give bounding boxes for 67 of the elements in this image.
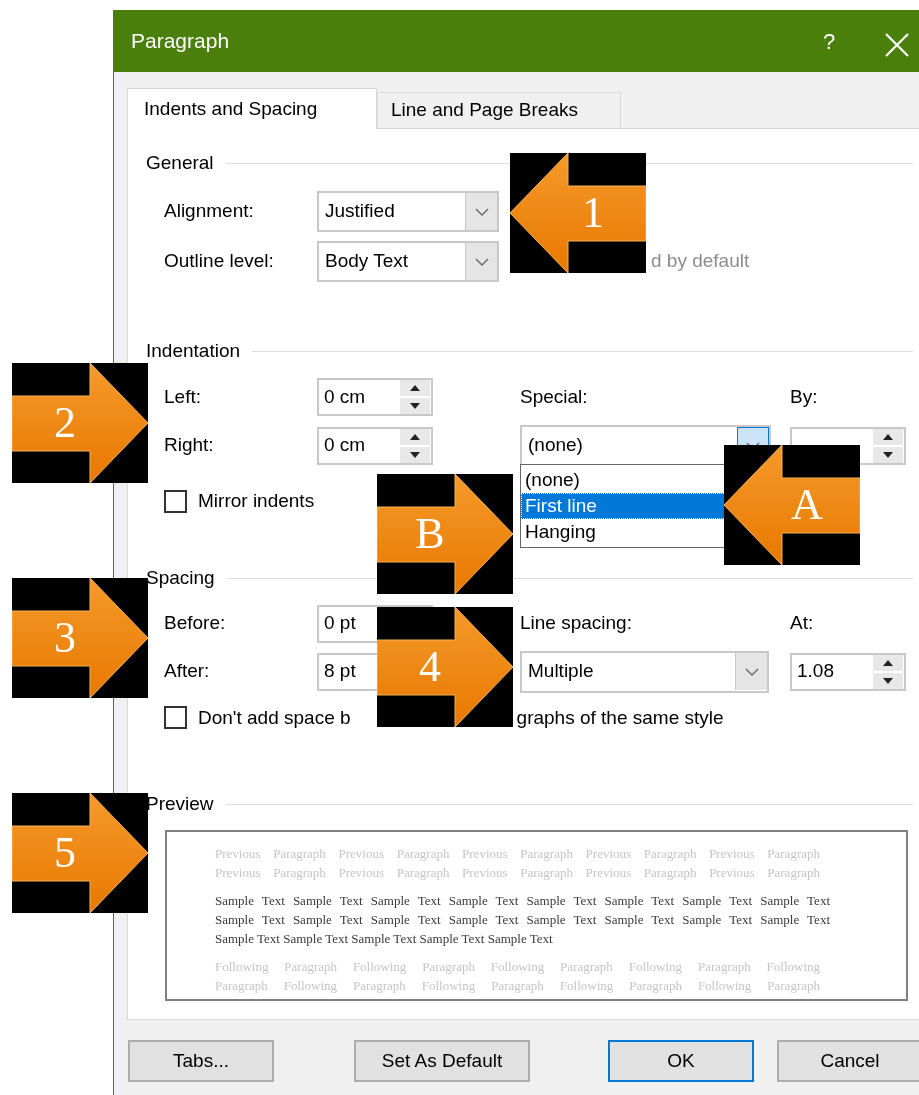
field-label: Alignment:: [164, 199, 255, 224]
dropdown[interactable]: Multiple: [520, 650, 769, 693]
preview-text-line: Sample Text Sample Text Sample Text Sample Text Sample Text: [215, 930, 554, 948]
field-label: Line spacing:: [520, 611, 633, 636]
spin-up-button[interactable]: [400, 428, 430, 445]
checkbox-label: Mirror indents: [198, 489, 315, 513]
spin-up-button[interactable]: [873, 654, 903, 671]
triangle-up-icon: [883, 433, 893, 440]
field-label: After:: [164, 659, 211, 684]
field-label: Outline level:: [164, 249, 275, 274]
chevron-down-icon: [474, 257, 489, 266]
help-button[interactable]: ?: [800, 24, 858, 58]
triangle-down-icon: [883, 677, 893, 684]
spin-down-button[interactable]: [873, 672, 903, 689]
dropdown[interactable]: Justified: [317, 191, 499, 232]
triangle-up-icon: [410, 385, 420, 391]
preview-text-line: Sample Text Sample Text Sample Text Sample Text Sample Text Sample Text Sample Text Sample Text: [215, 892, 830, 910]
window-title: Paragraph: [131, 28, 231, 55]
triangle-down-icon: [410, 403, 420, 409]
triangle-up-icon: [410, 433, 420, 440]
spin-down-button[interactable]: [400, 446, 430, 463]
spin-up-button[interactable]: [400, 380, 430, 396]
triangle-up-icon: [883, 659, 893, 666]
spin-up-button[interactable]: [873, 428, 903, 445]
option-label: d by default: [651, 249, 750, 274]
spin-down-button[interactable]: [400, 398, 430, 414]
chevron-down-icon: [474, 207, 489, 216]
preview-text-line: Following Paragraph Following Paragraph Following Paragraph Following Paragraph Following: [215, 958, 820, 976]
triangle-down-icon: [410, 451, 420, 458]
callout-label: 1: [582, 191, 604, 235]
spin-field[interactable]: 1.08: [790, 652, 906, 691]
field-label: Left:: [164, 384, 202, 409]
section-heading: Indentation: [146, 338, 241, 363]
chevron-down-icon: [744, 667, 759, 676]
callout-label: 5: [54, 831, 76, 875]
spin-down-button[interactable]: [873, 446, 903, 463]
field-label: By:: [790, 384, 819, 409]
field-label: Special:: [520, 384, 589, 409]
dialog-button[interactable]: Tabs...: [128, 1040, 274, 1082]
checkbox-label: graphs of the same style: [516, 705, 724, 730]
field-label: At:: [790, 611, 815, 636]
field-label: Right:: [164, 433, 215, 458]
preview-text-line: Previous Paragraph Previous Paragraph Previous Paragraph Previous Paragraph Previous Paragraph: [215, 864, 820, 882]
preview-text-line: Sample Text Sample Text Sample Text Sample Text Sample Text Sample Text Sample Text Sample Text: [215, 911, 830, 929]
callout-label: 2: [54, 401, 76, 445]
spin-field[interactable]: 0 cm: [317, 378, 433, 416]
spin-field[interactable]: 0 cm: [317, 426, 433, 465]
preview-text-line: Paragraph Following Paragraph Following Paragraph Following Paragraph Following Paragraph: [215, 977, 820, 995]
preview-text-line: Previous Paragraph Previous Paragraph Previous Paragraph Previous Paragraph Previous Paragraph: [215, 845, 820, 863]
callout-label: A: [791, 483, 823, 527]
dropdown[interactable]: Body Text: [317, 241, 499, 282]
section-heading: General: [146, 150, 214, 175]
callout-label: 3: [54, 616, 76, 660]
section-heading: Spacing: [146, 566, 215, 591]
close-icon: [884, 32, 910, 59]
triangle-down-icon: [883, 451, 893, 458]
field-label: Before:: [164, 611, 227, 636]
dialog-button[interactable]: Set As Default: [354, 1040, 530, 1082]
tab[interactable]: Line and Page Breaks: [377, 92, 621, 128]
checkbox[interactable]: [164, 706, 187, 730]
section-heading: Preview: [146, 791, 214, 816]
dialog-button[interactable]: Cancel: [777, 1040, 919, 1082]
dialog-button[interactable]: OK: [608, 1040, 754, 1082]
checkbox[interactable]: [164, 489, 187, 513]
tab[interactable]: Indents and Spacing: [127, 88, 377, 129]
checkbox-label: Don't add space b: [198, 705, 351, 730]
callout-label: B: [415, 512, 445, 556]
